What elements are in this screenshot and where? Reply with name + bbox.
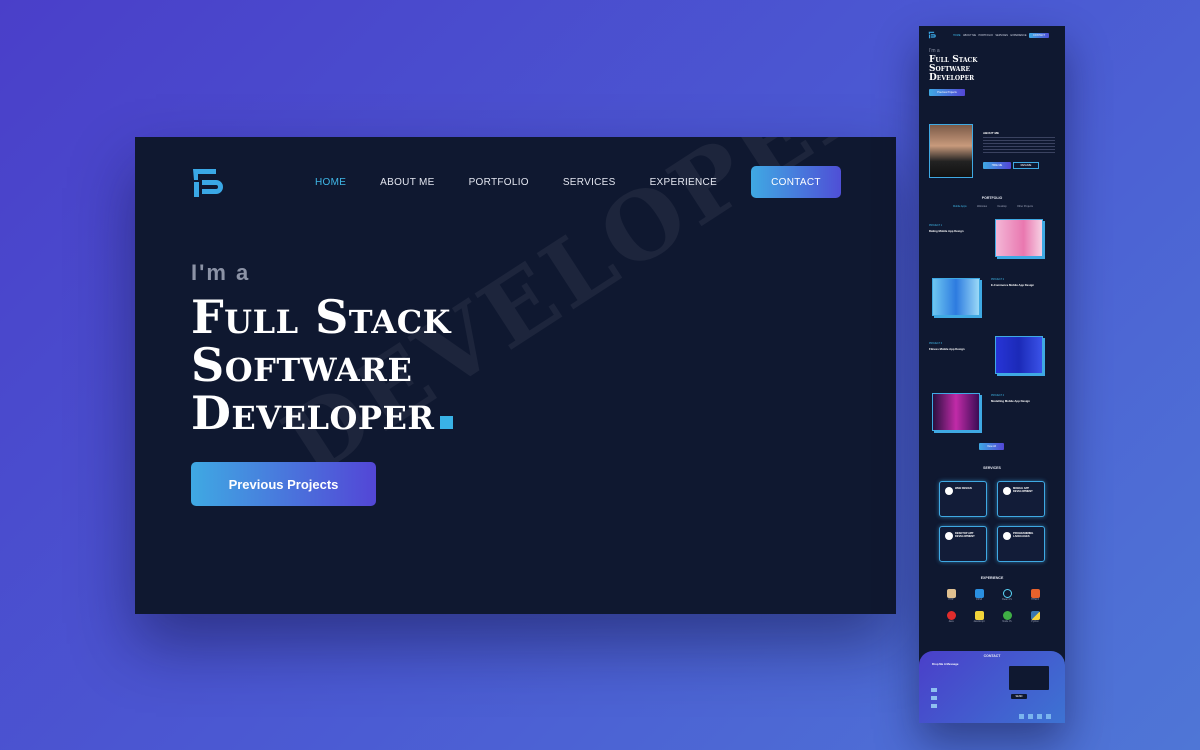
tab-desktop[interactable]: Desktop (998, 205, 1007, 208)
service-title: WEB DESIGN (955, 487, 972, 490)
send-button[interactable]: SEND (1011, 694, 1027, 699)
nav-home[interactable]: HOME (315, 177, 346, 188)
main-nav: HOME ABOUT ME PORTFOLIO SERVICES EXPERIE… (315, 166, 841, 198)
java-icon (946, 611, 956, 621)
mini-previous-projects-button[interactable]: Previous Projects (929, 89, 965, 96)
social-icons[interactable] (1019, 714, 1053, 719)
project-2-image[interactable] (932, 278, 980, 316)
mini-title-3: Developer (929, 73, 975, 83)
python-icon (1030, 611, 1040, 621)
exp-html5: HTML5 (1021, 589, 1049, 601)
hero-title: Full Stack Software Developer (191, 290, 454, 440)
resume-button[interactable]: RESUME (1013, 162, 1039, 169)
exp-nodejs: Node JS (993, 611, 1021, 623)
exp-python: Python (1021, 611, 1049, 623)
service-card-mobile-app[interactable]: MOBILE APP DEVELOPMENT (997, 481, 1045, 517)
mini-nav: HOME ABOUT ME PORTFOLIO SERVICES EXPERIE… (953, 32, 1049, 38)
mini-portfolio-heading: PORTFOLIO (981, 196, 1003, 200)
service-card-web-design[interactable]: WEB DESIGN (939, 481, 987, 517)
mini-contact-heading: CONTACT (983, 654, 1001, 658)
mini-about-heading: ABOUT ME (983, 131, 999, 135)
exp-react: React JS (993, 589, 1021, 601)
mini-services-heading: SERVICES (983, 466, 1001, 470)
mini-nav-contact[interactable]: CONTACT (1029, 32, 1049, 38)
exp-label: HTML5 (1031, 598, 1039, 601)
hero-title-line-2: Software (191, 338, 413, 392)
service-title: DESKTOP APP DEVELOPMENT (955, 532, 975, 539)
mini-experience-heading: EXPERIENCE (980, 576, 1004, 580)
exp-javascript: JavaScript (965, 611, 993, 623)
hero-title-line-1: Full Stack (191, 290, 451, 344)
project-1-title: Dating Mobile App Design (929, 229, 964, 233)
profile-photo (929, 124, 973, 178)
mini-nav-portfolio[interactable]: PORTFOLIO (978, 34, 992, 37)
about-text-lines (983, 137, 1055, 155)
mini-nav-services[interactable]: SERVICES (995, 34, 1008, 37)
nav-about-me[interactable]: ABOUT ME (380, 177, 434, 188)
desktop-app-icon (945, 532, 953, 540)
project-3-image[interactable] (995, 336, 1043, 374)
exp-css3: CSS3 (965, 589, 993, 601)
exp-label: Node JS (1002, 620, 1012, 624)
fullpage-mockup: HOME ABOUT ME PORTFOLIO SERVICES EXPERIE… (919, 26, 1065, 723)
javascript-icon (974, 611, 984, 621)
project-1-image[interactable] (995, 219, 1043, 257)
fs-logo-small-icon[interactable] (928, 31, 936, 39)
view-all-button[interactable]: View All (979, 443, 1004, 450)
hero-title-line-3: Developer (191, 386, 435, 440)
exp-label: JavaScript (973, 620, 985, 624)
mini-nav-about[interactable]: ABOUT ME (963, 34, 976, 37)
exp-label: Python (1031, 620, 1039, 624)
previous-projects-button[interactable]: Previous Projects (191, 462, 376, 506)
service-title: MOBILE APP DEVELOPMENT (1013, 487, 1033, 494)
react-icon (1002, 589, 1012, 598)
exp-label: Java (948, 620, 954, 624)
project-3-label: PROJECT 3 (929, 342, 943, 345)
programming-icon (1003, 532, 1011, 540)
service-card-programming[interactable]: PROGRAMMING LANGUAGES (997, 526, 1045, 562)
exp-label: CSS3 (975, 598, 983, 601)
mini-nav-experience[interactable]: EXPERIENCE (1010, 34, 1026, 37)
contact-form[interactable] (1009, 666, 1049, 690)
nav-services[interactable]: SERVICES (563, 177, 616, 188)
fs-logo-icon[interactable] (190, 167, 224, 199)
accent-square-icon (440, 416, 454, 429)
project-1-label: PROJECT 1 (929, 224, 943, 227)
tab-websites[interactable]: Websites (977, 205, 987, 208)
contact-title: Drop Me A Message (932, 662, 959, 666)
nav-portfolio[interactable]: PORTFOLIO (469, 177, 529, 188)
exp-label: PHP (948, 598, 954, 601)
experience-grid: PHP CSS3 React JS HTML5 Java JavaScript … (937, 589, 1049, 624)
web-design-icon (945, 487, 953, 495)
exp-php: PHP (937, 589, 965, 601)
html5-icon (1030, 589, 1040, 598)
mini-hero-pretitle: I'm a (929, 48, 940, 54)
project-2-label: PROJECT 2 (991, 278, 1005, 281)
service-title: PROGRAMMING LANGUAGES (1013, 532, 1034, 539)
nodejs-icon (1002, 611, 1012, 621)
css3-icon (974, 589, 984, 598)
project-4-title: Modelling Mobile App Design (991, 399, 1030, 403)
desktop-mockup: DEVELOPER HOME ABOUT ME PORTFOLIO SERVIC… (135, 137, 896, 614)
tab-other-projects[interactable]: Other Projects (1017, 205, 1033, 208)
service-card-desktop-app[interactable]: DESKTOP APP DEVELOPMENT (939, 526, 987, 562)
hire-me-button[interactable]: HIRE ME (983, 162, 1011, 169)
project-2-title: E-Commerce Mobile App Design (991, 283, 1035, 287)
project-3-title: Fitness Mobile App Design (929, 347, 965, 351)
exp-java: Java (937, 611, 965, 623)
project-4-image[interactable] (932, 393, 980, 431)
php-icon (946, 589, 956, 598)
mobile-app-icon (1003, 487, 1011, 495)
tab-mobile-apps[interactable]: Mobile Apps (953, 205, 967, 208)
exp-label: React JS (1002, 598, 1012, 601)
contact-button[interactable]: CONTACT (751, 166, 841, 198)
mini-nav-home[interactable]: HOME (953, 34, 961, 37)
portfolio-tabs: Mobile Apps Websites Desktop Other Proje… (953, 205, 1033, 208)
mini-hero-title: Full Stack Software Developer (929, 56, 977, 83)
project-4-label: PROJECT 4 (991, 394, 1005, 397)
hero-pretitle: I'm a (191, 260, 251, 285)
contact-info-icons (931, 688, 937, 712)
nav-experience[interactable]: EXPERIENCE (650, 177, 717, 188)
